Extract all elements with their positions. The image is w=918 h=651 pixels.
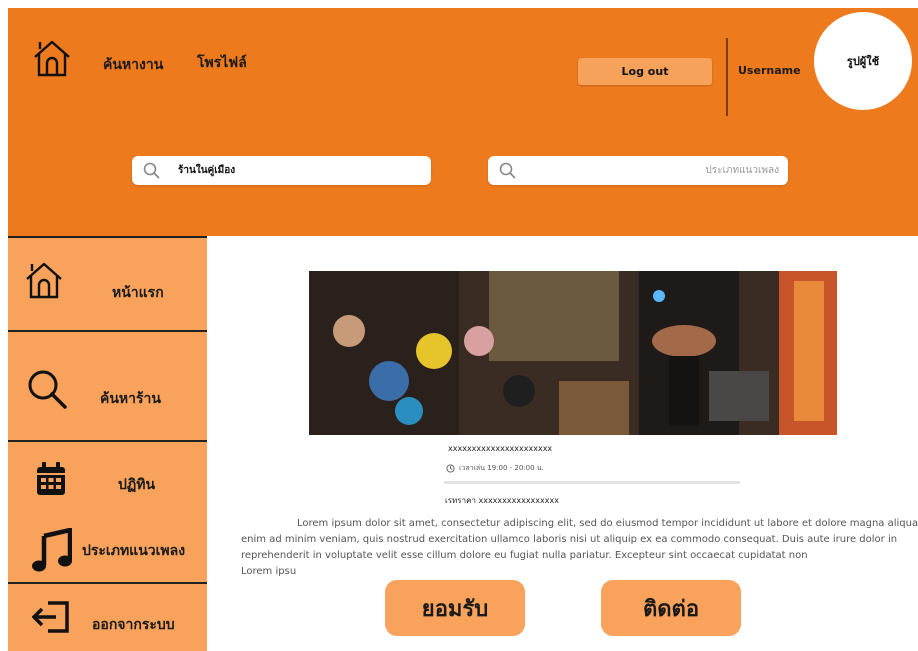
sidebar-item-search-shop[interactable]: ค้นหาร้าน	[8, 330, 207, 442]
sidebar-item-label: ประเภทแนวเพลง	[82, 543, 186, 559]
event-description: Lorem ipsum dolor sit amet, consectetur …	[241, 516, 918, 580]
shop-search-input[interactable]	[176, 159, 420, 182]
description-line: Lorem ipsum dolor sit amet, consectetur …	[297, 518, 918, 529]
avatar-label: รูปผู้ใช้	[846, 55, 880, 68]
avatar[interactable]: รูปผู้ใช้	[814, 12, 912, 110]
search-icon	[28, 370, 67, 409]
calendar-icon	[37, 462, 65, 495]
sidebar-item-home[interactable]: หน้าแรก	[8, 236, 207, 332]
sidebar-item-calendar[interactable]: ปฏิทิน	[8, 442, 207, 512]
logout-icon	[32, 601, 69, 633]
nav-profile[interactable]: โพรไฟล์	[197, 52, 247, 74]
sidebar-item-label: ค้นหาร้าน	[100, 391, 161, 407]
sidebar-item-genre[interactable]: ประเภทแนวเพลง	[8, 512, 207, 584]
username-label: Username	[738, 64, 801, 77]
event-price: เรทราคา xxxxxxxxxxxxxxxxx	[445, 496, 559, 505]
search-icon	[499, 162, 516, 179]
music-note-icon	[32, 528, 72, 572]
logout-button[interactable]: Log out	[578, 58, 712, 85]
accept-button[interactable]: ยอมรับ	[385, 580, 525, 636]
sidebar-item-label: ปฏิทิน	[118, 477, 156, 493]
description-line: Lorem ipsu	[241, 566, 297, 577]
concert-photo	[309, 271, 837, 435]
search-icon	[143, 162, 160, 179]
event-time: เวลาเล่น 19:00 - 20:00 น.	[446, 463, 544, 474]
genre-search-input[interactable]	[532, 159, 781, 182]
genre-search-field[interactable]	[488, 156, 788, 185]
sidebar-item-logout[interactable]: ออกจากระบบ	[8, 584, 207, 651]
clock-icon	[446, 464, 455, 473]
header-divider	[726, 38, 728, 116]
divider-line	[444, 481, 740, 484]
top-header: ค้นหางาน โพรไฟล์ Log out Username รูปผู้…	[8, 8, 918, 236]
sidebar-item-label: หน้าแรก	[112, 285, 164, 301]
shop-search-field[interactable]	[132, 156, 431, 185]
description-line: reprehenderit in voluptate velit esse ci…	[241, 550, 808, 561]
event-title: xxxxxxxxxxxxxxxxxxxxxx	[448, 444, 553, 453]
sidebar-item-label: ออกจากระบบ	[92, 617, 175, 633]
home-icon[interactable]	[32, 38, 72, 78]
home-icon	[26, 262, 62, 299]
sidebar: หน้าแรก ค้นหาร้าน ปฏิทิน ประเภทแนวเพลง อ…	[8, 236, 207, 651]
description-line: enim ad minim veniam, quis nostrud exerc…	[241, 534, 898, 545]
event-time-text: เวลาเล่น 19:00 - 20:00 น.	[459, 464, 544, 472]
nav-find-job[interactable]: ค้นหางาน	[103, 54, 163, 76]
contact-button[interactable]: ติดต่อ	[601, 580, 741, 636]
